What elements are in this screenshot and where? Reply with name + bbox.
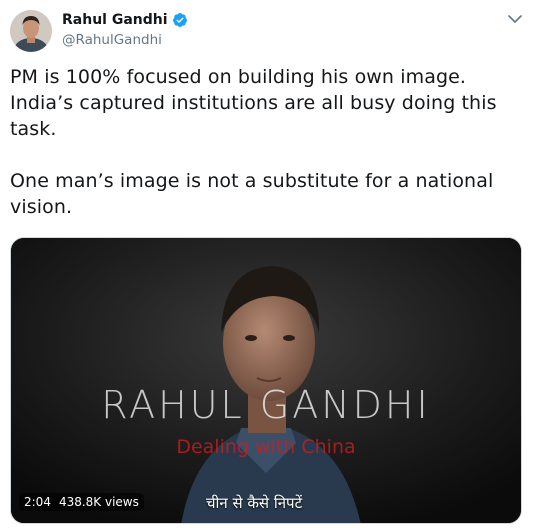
video-player[interactable]: RAHUL GANDHI Dealing with China चीन से क… xyxy=(10,237,522,524)
chevron-down-icon[interactable] xyxy=(506,10,524,28)
avatar[interactable] xyxy=(10,10,52,52)
user-handle[interactable]: @RahulGandhi xyxy=(62,30,188,50)
tweet-author: Rahul Gandhi @RahulGandhi xyxy=(62,10,188,50)
video-caption: चीन से कैसे निपटें xyxy=(206,494,303,512)
video-frame xyxy=(11,238,521,523)
video-overlay-subtitle: Dealing with China xyxy=(176,436,356,458)
tweet-header: Rahul Gandhi @RahulGandhi xyxy=(10,8,524,56)
tweet-text: PM is 100% focused on building his own i… xyxy=(10,66,497,218)
display-name-row: Rahul Gandhi xyxy=(62,10,188,30)
display-name[interactable]: Rahul Gandhi xyxy=(62,10,168,30)
video-duration: 2:04 xyxy=(24,495,51,509)
video-overlay-title: RAHUL GANDHI xyxy=(101,383,431,427)
tweet-card: Rahul Gandhi @RahulGandhi PM is 100% foc… xyxy=(0,0,534,532)
verified-badge-icon xyxy=(172,12,188,28)
avatar-image xyxy=(10,10,52,52)
video-stats-badge: 2:04 438.8K views xyxy=(19,493,144,511)
video-views: 438.8K views xyxy=(58,495,139,509)
